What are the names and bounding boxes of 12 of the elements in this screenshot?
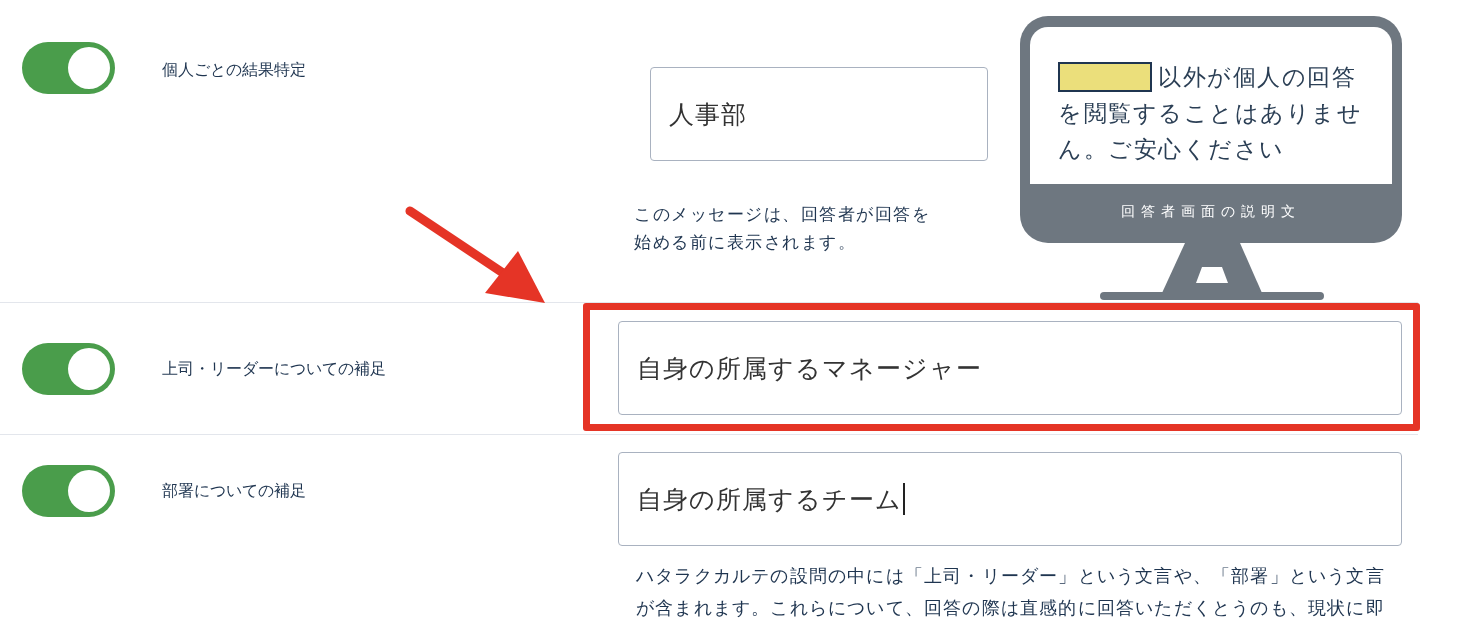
text-input[interactable]: 自身の所属するマネージャー	[618, 321, 1402, 415]
text-input[interactable]: 自身の所属するチーム	[618, 452, 1402, 546]
toggle-switch[interactable]	[22, 343, 115, 395]
toggle-switch[interactable]	[22, 42, 115, 94]
setting-label: 部署についての補足	[162, 481, 307, 502]
setting-label: 上司・リーダーについての補足	[162, 359, 387, 380]
text-input[interactable]: 人事部	[650, 67, 988, 161]
monitor-caption: 回答者画面の説明文	[1121, 203, 1301, 221]
setting-label: 個人ごとの結果特定	[162, 60, 307, 81]
toggle-switch[interactable]	[22, 465, 115, 517]
help-text: このメッセージは、回答者が回答を始める前に表示されます。	[634, 204, 930, 254]
help-text: ハタラクカルテの設問の中には「上司・リーダー」という文言や、「部署」という文言が含まれます。これらについて、回答の際は直感的に回答いただくとうのも、現状に即	[636, 564, 1386, 620]
